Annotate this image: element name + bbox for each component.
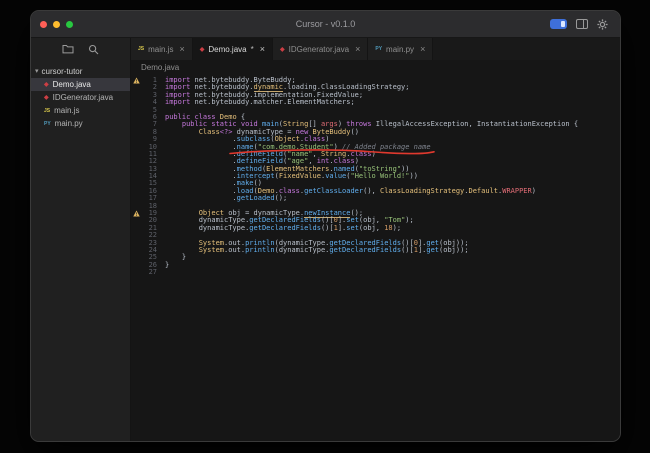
code-text: dynamicType.getDeclaredFields()[1].set(o… [165, 225, 620, 232]
sidebar: ▾ cursor-tutor ◆ Demo.java ◆ IDGenerator.ja… [31, 38, 131, 442]
code-line-24: 24 System.out.println(dynamicType.getDec… [131, 247, 620, 254]
py-file-icon: PY [375, 46, 382, 52]
gutter-spacer [131, 107, 141, 114]
gutter-spacer [131, 188, 141, 195]
file-label: main.js [54, 106, 79, 115]
js-file-icon: JS [138, 46, 144, 52]
gutter-spacer [131, 195, 141, 202]
gutter-spacer [131, 262, 141, 269]
file-item-main.js[interactable]: JS main.js [31, 104, 130, 117]
search-icon[interactable] [88, 44, 99, 55]
tab-label: Demo.java [208, 45, 246, 54]
code-text: } [165, 262, 620, 269]
tab-label: main.py [386, 45, 414, 54]
code-line-17: 17 .getLoaded(); [131, 195, 620, 202]
java-file-icon: ◆ [44, 94, 49, 101]
settings-gear-icon[interactable] [597, 19, 608, 30]
ai-panel-toggle-icon[interactable] [550, 19, 567, 29]
minimize-window-button[interactable] [53, 21, 60, 28]
desktop: { "window": { "title": "Cursor - v0.1.0"… [0, 0, 650, 453]
caret-down-icon: ▾ [35, 68, 39, 75]
file-item-IDGenerator.java[interactable]: ◆ IDGenerator.java [31, 91, 130, 104]
gutter-spacer [131, 173, 141, 180]
breadcrumb-file: Demo.java [141, 63, 179, 72]
gutter-spacer [131, 136, 141, 143]
gutter-spacer [131, 254, 141, 261]
gutter-spacer [131, 121, 141, 128]
gutter-spacer [131, 269, 141, 276]
zoom-window-button[interactable] [66, 21, 73, 28]
window-content: ▾ cursor-tutor ◆Demo.java◆IDGenerator.ja… [31, 38, 620, 442]
window-title: Cursor - v0.1.0 [31, 19, 620, 29]
js-file-icon: JS [44, 108, 50, 114]
file-item-Demo.java[interactable]: ◆ Demo.java [31, 78, 130, 91]
code-text: .getLoaded(); [165, 195, 620, 202]
java-file-icon: ◆ [44, 81, 49, 88]
code-line-4: 4import net.bytebuddy.matcher.ElementMat… [131, 99, 620, 106]
app-window: Cursor - v0.1.0 [30, 10, 621, 442]
tab-label: IDGenerator.java [289, 45, 349, 54]
gutter-spacer [131, 203, 141, 210]
file-list: ◆ Demo.java ◆ IDGenerator.javaJS main.jsPY ma… [31, 78, 130, 130]
file-label: Demo.java [53, 80, 91, 89]
modified-indicator: * [251, 45, 254, 54]
gutter-spacer [131, 114, 141, 121]
code-editor[interactable]: 1import net.bytebuddy.ByteBuddy;2import … [131, 75, 620, 442]
gutter-spacer [131, 225, 141, 232]
warning-icon [131, 77, 141, 84]
workspace-folder[interactable]: ▾ cursor-tutor [31, 65, 130, 78]
breadcrumb[interactable]: Demo.java [131, 60, 620, 75]
close-tab-icon[interactable]: × [260, 45, 265, 53]
explorer-folder-icon[interactable] [62, 44, 74, 54]
gutter-spacer [131, 151, 141, 158]
close-tab-icon[interactable]: × [420, 45, 425, 53]
workspace-name: cursor-tutor [42, 67, 83, 76]
split-layout-icon[interactable] [576, 19, 588, 29]
gutter-spacer [131, 247, 141, 254]
py-file-icon: PY [44, 121, 51, 127]
titlebar-actions [550, 19, 620, 30]
gutter-spacer [131, 217, 141, 224]
gutter-spacer [131, 144, 141, 151]
file-label: main.py [55, 119, 83, 128]
traffic-lights [31, 21, 73, 28]
gutter-spacer [131, 84, 141, 91]
close-tab-icon[interactable]: × [179, 45, 184, 53]
gutter-spacer [131, 92, 141, 99]
tab-label: main.js [148, 45, 173, 54]
gutter-spacer [131, 166, 141, 173]
editor-group: JSmain.js×◆Demo.java*×◆IDGenerator.java×… [131, 38, 620, 442]
code-line-21: 21 dynamicType.getDeclaredFields()[1].se… [131, 225, 620, 232]
code-text: } [165, 254, 620, 261]
tab-IDGenerator.java[interactable]: ◆ IDGenerator.java × [273, 38, 368, 60]
warning-icon [131, 210, 141, 217]
gutter-spacer [131, 158, 141, 165]
close-tab-icon[interactable]: × [355, 45, 360, 53]
file-item-main.py[interactable]: PY main.py [31, 117, 130, 130]
file-label: IDGenerator.java [53, 93, 113, 102]
gutter-spacer [131, 180, 141, 187]
code-text: import net.bytebuddy.matcher.ElementMatc… [165, 99, 620, 106]
file-explorer: ▾ cursor-tutor ◆ Demo.java ◆ IDGenerator.ja… [31, 65, 130, 130]
java-file-icon: ◆ [280, 46, 285, 53]
gutter-spacer [131, 232, 141, 239]
titlebar[interactable]: Cursor - v0.1.0 [31, 11, 620, 38]
tab-main.py[interactable]: PY main.py × [368, 38, 433, 60]
line-number: 27 [141, 269, 157, 276]
gutter-spacer [131, 99, 141, 106]
sidebar-toolbar [31, 38, 130, 60]
code-line-26: 26} [131, 262, 620, 269]
code-text: System.out.println(dynamicType.getDeclar… [165, 247, 620, 254]
gutter-spacer [131, 240, 141, 247]
tab-main.js[interactable]: JS main.js × [131, 38, 193, 60]
code-line-27: 27 [131, 269, 620, 276]
code-text [165, 269, 620, 276]
java-file-icon: ◆ [200, 46, 205, 53]
tab-Demo.java[interactable]: ◆Demo.java * × [193, 38, 273, 60]
code-line-25: 25 } [131, 254, 620, 261]
code-lines: 1import net.bytebuddy.ByteBuddy;2import … [131, 77, 620, 277]
gutter-spacer [131, 129, 141, 136]
close-window-button[interactable] [40, 21, 47, 28]
tab-bar: JSmain.js×◆Demo.java*×◆IDGenerator.java×… [131, 38, 620, 60]
